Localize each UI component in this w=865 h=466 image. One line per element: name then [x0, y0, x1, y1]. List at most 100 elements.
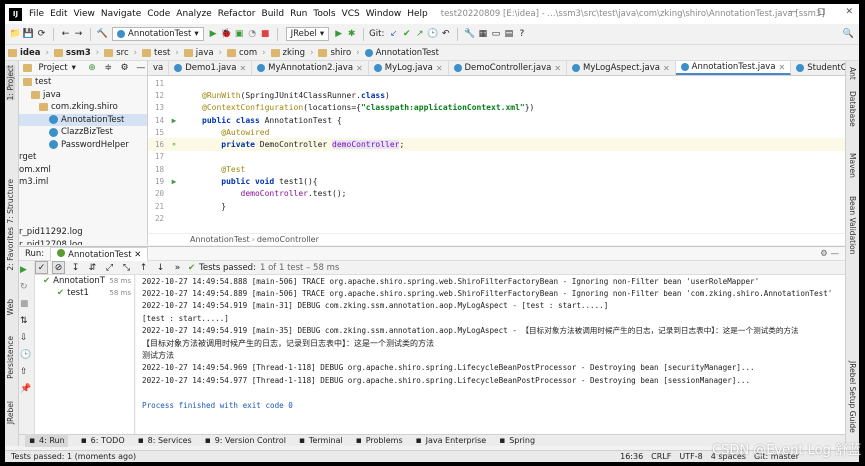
run-config-select[interactable]: AnnotationTest ▾ [112, 27, 204, 41]
project-tree-node[interactable]: rget [19, 151, 147, 164]
menu-window[interactable]: Window [363, 9, 405, 19]
project-tree-node[interactable]: r_pid11292.log [19, 226, 147, 239]
project-tree-node[interactable] [19, 201, 147, 214]
git-history-icon[interactable]: 🕒 [426, 28, 439, 41]
open-folder-icon[interactable]: 📁 [9, 28, 22, 41]
line-separator[interactable]: CRLF [651, 452, 671, 461]
stop-run-icon[interactable]: ■ [20, 299, 33, 312]
toolwindow-services[interactable]: ▪ 8: Services [137, 434, 192, 447]
project-tree-node[interactable]: ClazzBizTest [19, 126, 147, 139]
breadcrumb-shiro[interactable]: shiro [315, 48, 354, 58]
sort-alpha-icon[interactable]: ↧ [69, 261, 82, 274]
toolwindow-run[interactable]: ▪ 4: Run [25, 434, 68, 447]
project-tree-node[interactable]: com.zking.shiro [19, 101, 147, 114]
menu-help[interactable]: Help [404, 9, 431, 19]
project-tree-node[interactable] [19, 214, 147, 227]
editor-tab[interactable]: DemoController.java ✕ [449, 61, 568, 75]
tab-structure[interactable]: 7: Structure [6, 179, 15, 224]
menu-file[interactable]: File [26, 9, 47, 19]
settings-wrench-icon[interactable]: 🔧 [463, 28, 476, 41]
back-icon[interactable]: ← [59, 28, 72, 41]
tab-persistence[interactable]: Persistence [6, 336, 15, 379]
editor-tab[interactable]: Demo1.java ✕ [169, 61, 253, 75]
toolwindow-problems[interactable]: ▪ Problems [355, 434, 403, 447]
history-icon[interactable]: 🕒 [20, 350, 33, 363]
menu-refactor[interactable]: Refactor [215, 9, 259, 19]
breadcrumb-java[interactable]: java [181, 48, 217, 58]
project-settings-icon[interactable]: ⚙ [118, 62, 130, 75]
project-tree-node[interactable]: r_pid12708.log [19, 239, 147, 245]
project-tree-node[interactable]: java [19, 89, 147, 102]
rerun-failed-icon[interactable]: ↻ [20, 282, 33, 295]
git-commit-icon[interactable]: ✔ [400, 28, 413, 41]
debug-icon[interactable]: 🐞 [220, 28, 233, 41]
project-view-select[interactable]: Project [39, 63, 68, 73]
editor-tab[interactable]: MyLog.java ✕ [369, 61, 449, 75]
profile-icon[interactable]: ◔ [246, 28, 259, 41]
toolwindow-todo[interactable]: ▪ 6: TODO [80, 434, 125, 447]
breadcrumb-idea[interactable]: idea [5, 48, 44, 58]
git-push-icon[interactable]: ↗ [413, 28, 426, 41]
breadcrumb-test[interactable]: test [139, 48, 173, 58]
git-rollback-icon[interactable]: ↶ [439, 28, 452, 41]
breadcrumb-class[interactable]: AnnotationTest [190, 235, 250, 244]
test-tree-node[interactable]: ✔ test1 58 ms [35, 287, 134, 299]
toolwindow-javaenterprise[interactable]: ▪ Java Enterprise [415, 434, 487, 447]
show-ignored-icon[interactable]: ⊘ [52, 261, 65, 274]
tab-web[interactable]: Web [6, 299, 15, 315]
rerun-icon[interactable]: ▶ [20, 265, 33, 278]
menu-analyze[interactable]: Analyze [173, 9, 214, 19]
tab-bean-validation[interactable]: Bean Validation [848, 196, 857, 255]
breadcrumb-member[interactable]: demoController [257, 235, 319, 244]
help-icon[interactable]: ? [515, 28, 528, 41]
locate-icon[interactable]: ⊕ [86, 62, 98, 75]
jrebel-select[interactable]: JRebel ▾ [285, 27, 330, 41]
breadcrumb-ssm3[interactable]: ssm3 [51, 48, 94, 58]
test-tree-node[interactable]: ✔ AnnotationT 58 ms [35, 275, 134, 287]
project-tree-node[interactable] [19, 189, 147, 202]
gutter-icon[interactable]: ▶ [164, 177, 184, 186]
project-tree-node[interactable]: om.xml [19, 164, 147, 177]
coverage-icon[interactable]: ▣ [233, 28, 246, 41]
menu-build[interactable]: Build [259, 9, 288, 19]
import-tests-icon[interactable]: ⇩ [20, 333, 33, 346]
close-tab-icon[interactable]: ✕ [779, 63, 786, 72]
project-tree-node[interactable]: AnnotationTest [19, 113, 147, 126]
close-tab-icon[interactable]: ✕ [554, 64, 561, 73]
breadcrumb-zking[interactable]: zking [268, 48, 309, 58]
editor-tab[interactable]: va [148, 61, 170, 75]
editor-tab[interactable]: AnnotationTest.java ✕ [675, 61, 792, 75]
close-tab-icon[interactable]: ✕ [356, 64, 363, 73]
code-view[interactable]: 11 12 @RunWith(SpringJUnit4ClassRunner.cla… [148, 77, 845, 234]
menu-code[interactable]: Code [144, 9, 173, 19]
gutter-icon[interactable]: ⚬ [164, 140, 184, 149]
toolwindow-versioncontrol[interactable]: ▪ 9: Version Control [204, 434, 286, 447]
tab-maven[interactable]: Maven [848, 153, 857, 178]
close-icon[interactable]: ✕ [845, 7, 853, 17]
collapse-all-icon[interactable]: ≑ [102, 62, 114, 75]
collapse-icon[interactable]: ⤡ [120, 261, 133, 274]
close-tab-icon[interactable]: ✕ [239, 64, 246, 73]
hide-icon[interactable]: — [135, 62, 147, 75]
gutter-icon[interactable]: ▶ [164, 116, 184, 125]
git-update-icon[interactable]: ↙ [387, 28, 400, 41]
run-settings-icon[interactable]: ⚙ — [820, 249, 839, 259]
sync-icon[interactable]: ⟳ [35, 28, 48, 41]
project-structure-icon[interactable]: ▦ [476, 28, 489, 41]
save-all-icon[interactable]: 💾 [22, 28, 35, 41]
close-tab-icon[interactable]: ✕ [663, 64, 670, 73]
tab-jrebel-setup[interactable]: JRebel Setup Guide [848, 361, 857, 433]
minimize-icon[interactable]: — [788, 7, 797, 17]
console-output[interactable]: 2022-10-27 14:49:54.888 [main-506] TRACE… [136, 275, 845, 434]
tab-ant[interactable]: Ant [848, 67, 857, 80]
sdk-icon[interactable]: ▤ [502, 28, 515, 41]
toolwindow-spring[interactable]: ▪ Spring [498, 434, 535, 447]
build-hammer-icon[interactable]: 🔨 [96, 28, 109, 41]
close-tab-icon[interactable]: ✕ [436, 64, 443, 73]
search-everywhere-icon[interactable]: 🔍 [842, 28, 855, 41]
menu-navigate[interactable]: Navigate [98, 9, 144, 19]
caret-position[interactable]: 16:36 [620, 452, 643, 461]
editor-tab[interactable]: MyLogAspect.java ✕ [567, 61, 676, 75]
run-icon[interactable]: ▶ [207, 28, 220, 41]
export-icon[interactable]: ⇧ [20, 367, 33, 380]
